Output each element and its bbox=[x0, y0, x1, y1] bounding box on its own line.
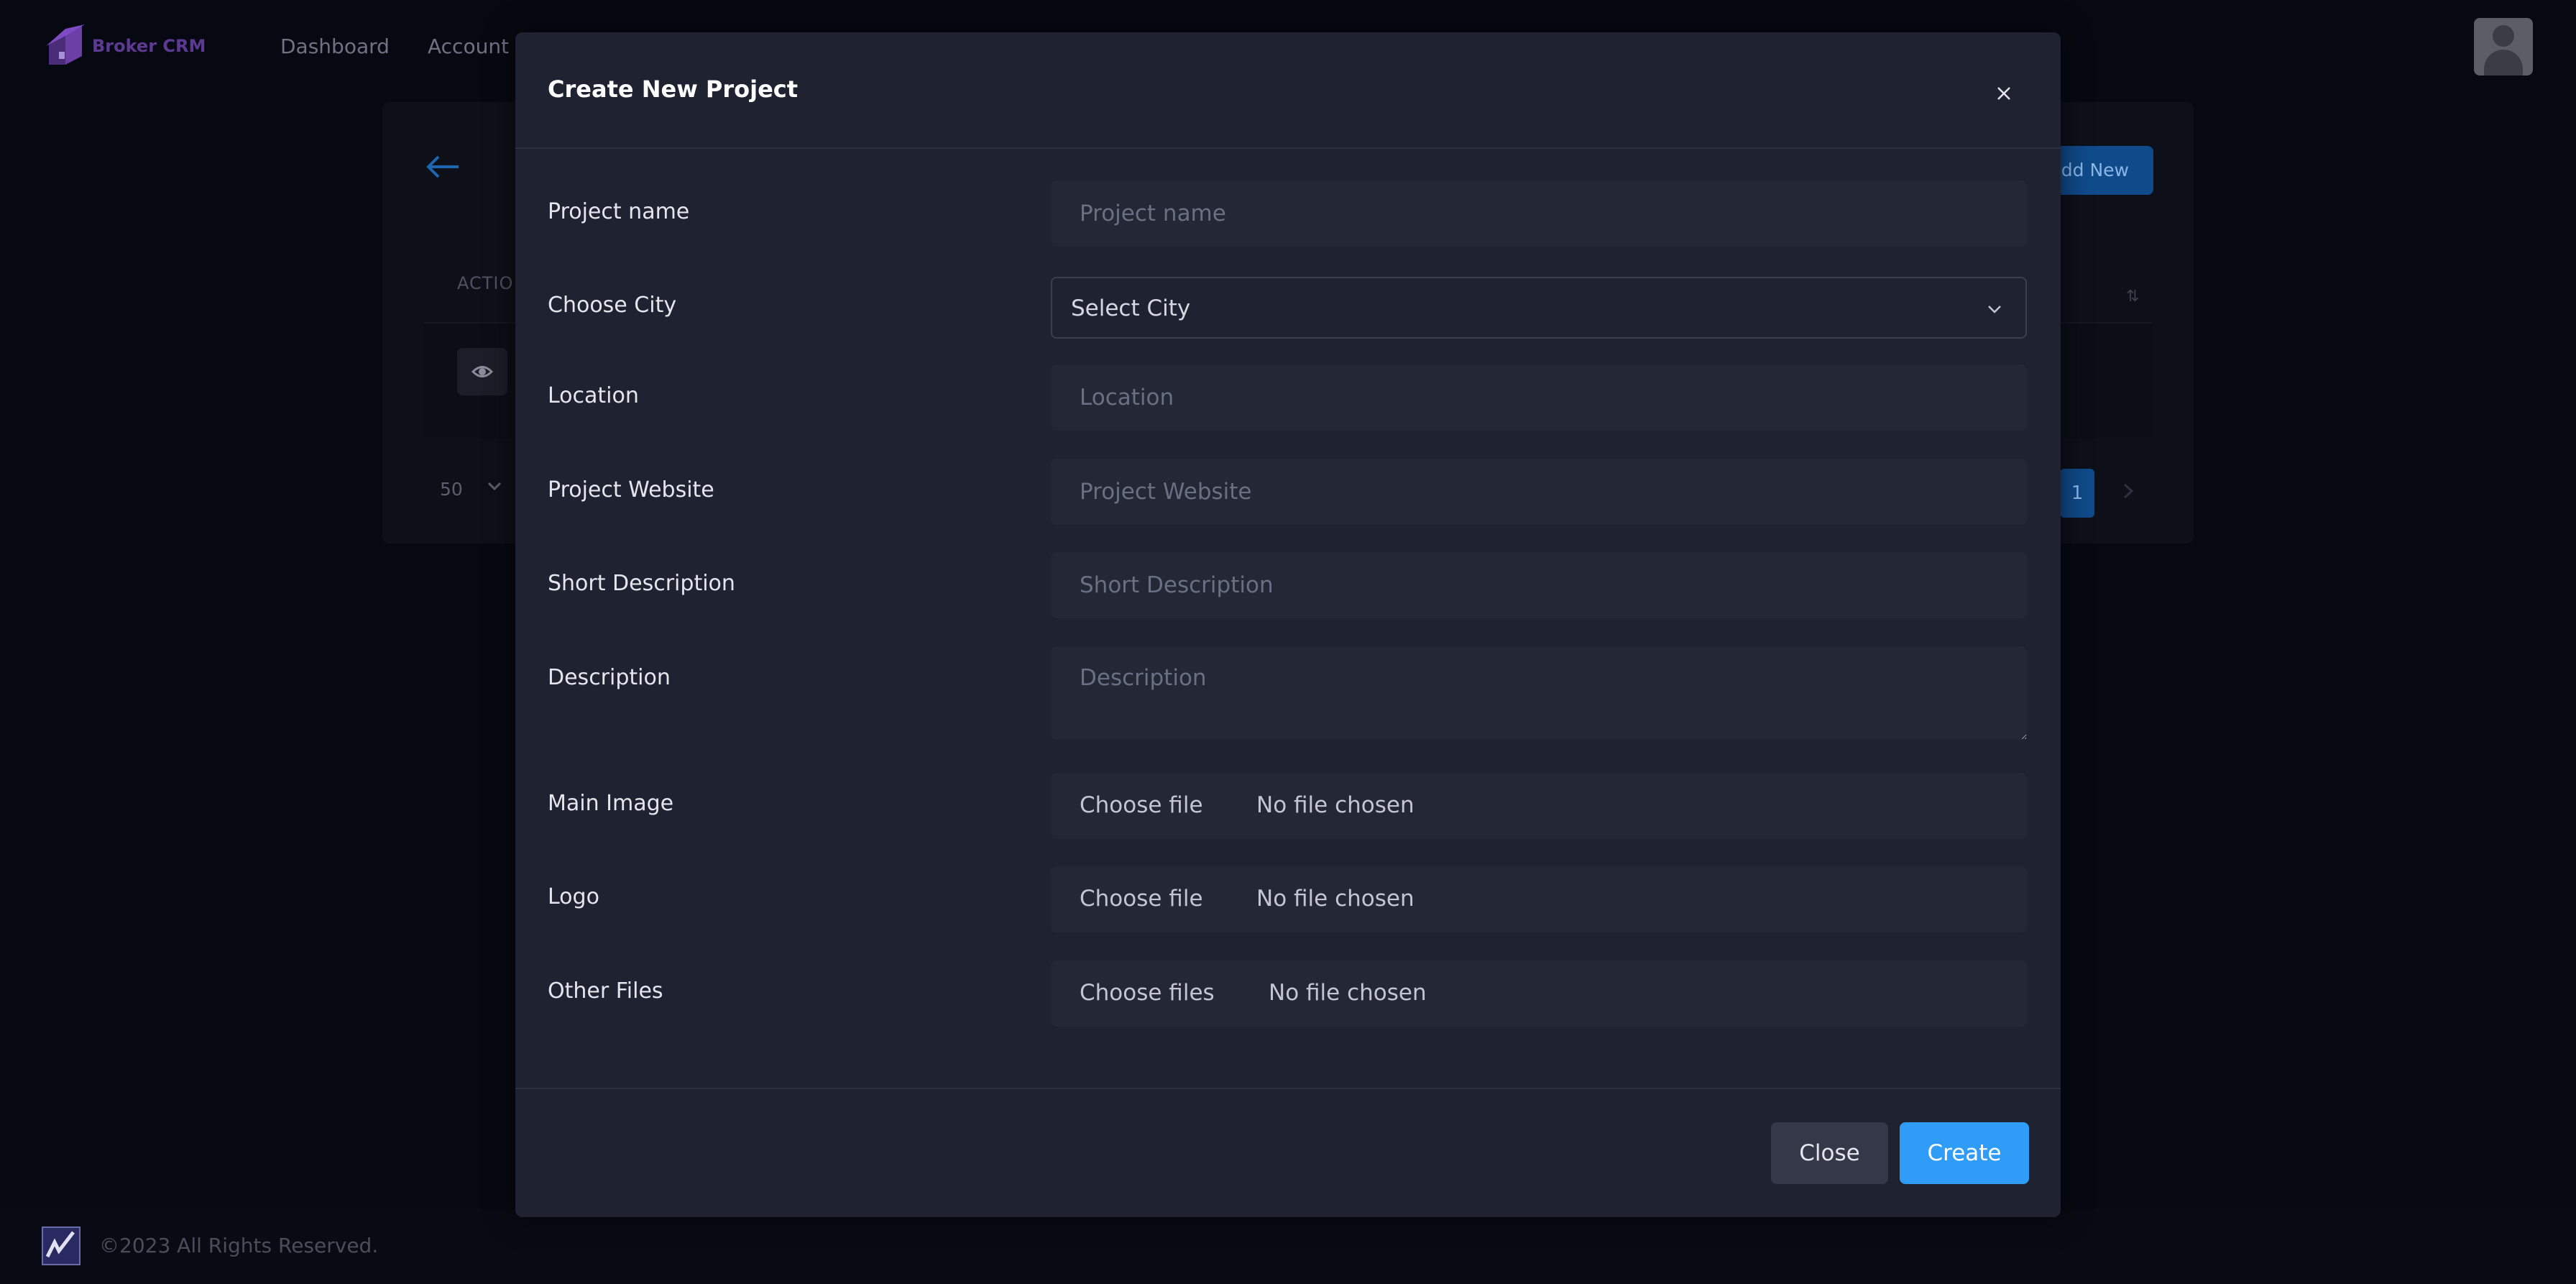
logo-file-input[interactable]: Choose file No file chosen bbox=[1051, 866, 2027, 932]
back-arrow-icon[interactable] bbox=[426, 155, 460, 179]
logo-label: Logo bbox=[548, 884, 599, 909]
project-website-label: Project Website bbox=[548, 477, 714, 503]
nav-dashboard[interactable]: Dashboard bbox=[280, 35, 390, 58]
project-website-input[interactable] bbox=[1051, 459, 2027, 525]
close-button[interactable]: Close bbox=[1771, 1122, 1888, 1184]
description-textarea[interactable] bbox=[1051, 646, 2027, 740]
close-icon[interactable] bbox=[1987, 77, 2020, 110]
pagination-current-page[interactable]: 1 bbox=[2060, 469, 2094, 518]
eye-icon bbox=[472, 366, 493, 377]
avatar-head-icon bbox=[2493, 25, 2514, 47]
description-label: Description bbox=[548, 665, 671, 690]
main-image-file-input[interactable]: Choose file No file chosen bbox=[1051, 773, 2027, 839]
city-select-value: Select City bbox=[1071, 295, 1191, 321]
file-status: No file chosen bbox=[1256, 792, 1414, 818]
table-header-action: ACTIO bbox=[457, 273, 514, 293]
brand[interactable]: Broker CRM bbox=[45, 23, 206, 69]
sort-icon[interactable]: ⇅ bbox=[2126, 288, 2139, 306]
house-logo-icon bbox=[46, 24, 85, 65]
modal-title: Create New Project bbox=[548, 75, 799, 103]
location-input[interactable] bbox=[1051, 364, 2027, 431]
modal-header-divider bbox=[515, 147, 2061, 149]
create-button[interactable]: Create bbox=[1900, 1122, 2029, 1184]
short-description-label: Short Description bbox=[548, 571, 735, 596]
create-project-modal: Create New Project Project name Choose C… bbox=[515, 32, 2061, 1217]
chevron-down-icon bbox=[1988, 306, 2001, 313]
choose-files-button[interactable]: Choose files bbox=[1080, 980, 1215, 1006]
project-name-input[interactable] bbox=[1051, 180, 2027, 247]
project-name-label: Project name bbox=[548, 199, 690, 224]
footer-copyright: ©2023 All Rights Reserved. bbox=[99, 1234, 379, 1257]
chevron-down-icon[interactable] bbox=[486, 477, 503, 495]
avatar[interactable] bbox=[2474, 18, 2533, 75]
main-image-label: Main Image bbox=[548, 791, 674, 816]
choose-city-label: Choose City bbox=[548, 293, 677, 318]
modal-footer-divider bbox=[515, 1088, 2061, 1089]
brand-name: Broker CRM bbox=[92, 36, 206, 56]
footer bbox=[0, 1209, 2576, 1284]
file-status: No file chosen bbox=[1256, 886, 1414, 912]
choose-file-button[interactable]: Choose file bbox=[1080, 792, 1203, 818]
footer-logo-icon bbox=[42, 1226, 80, 1265]
chevron-right-icon[interactable] bbox=[2120, 480, 2136, 502]
file-status: No file chosen bbox=[1269, 980, 1427, 1006]
avatar-body-icon bbox=[2484, 50, 2523, 75]
add-new-button[interactable]: dd New bbox=[2048, 146, 2153, 195]
short-description-input[interactable] bbox=[1051, 552, 2027, 618]
nav-account[interactable]: Account bbox=[428, 35, 509, 58]
choose-file-button[interactable]: Choose file bbox=[1080, 886, 1203, 912]
other-files-file-input[interactable]: Choose files No file chosen bbox=[1051, 960, 2027, 1027]
page-size-select[interactable]: 50 bbox=[440, 479, 463, 500]
other-files-label: Other Files bbox=[548, 978, 663, 1004]
page: Broker CRM Dashboard Account dd New ACTI… bbox=[0, 0, 2576, 1284]
location-label: Location bbox=[548, 383, 639, 408]
view-button[interactable] bbox=[457, 348, 507, 395]
city-select[interactable]: Select City bbox=[1051, 277, 2027, 339]
